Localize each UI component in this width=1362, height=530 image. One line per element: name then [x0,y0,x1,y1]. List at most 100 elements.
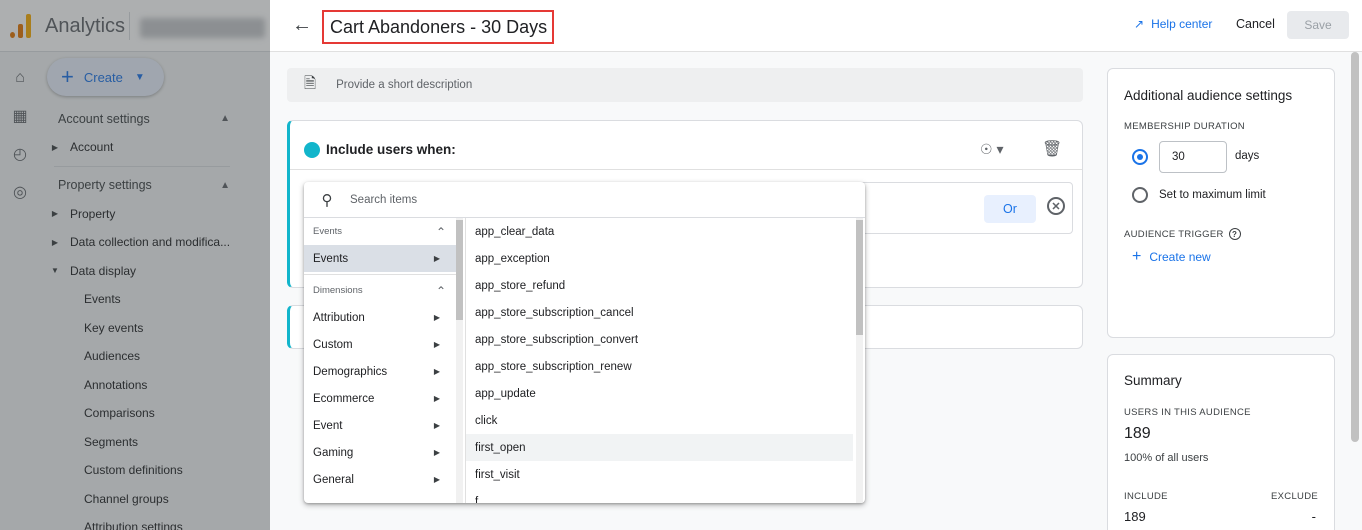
home-icon[interactable]: ⌂ [10,68,30,88]
category-option-label: Demographics [313,365,388,378]
nav-subitem-channel-groups[interactable]: Channel groups [40,485,270,514]
nav-section-property-settings[interactable]: Property settings ▲ [40,171,270,200]
event-item[interactable]: app_update [466,380,853,407]
items-scrollbar[interactable] [856,218,863,503]
app-topbar: Analytics [0,0,270,52]
editor-header: ← Cart Abandoners - 30 Days ↗ Help cente… [270,0,1362,52]
help-center-link[interactable]: ↗ Help center [1134,17,1212,31]
help-question-icon[interactable]: ? [1228,228,1241,240]
nav-section-account-settings[interactable]: Account settings ▲ [40,104,270,133]
include-label: INCLUDE [1124,491,1168,502]
nav-subitem-custom-definitions[interactable]: Custom definitions [40,456,270,485]
create-button[interactable]: + Create ▼ [47,58,164,96]
analytics-logo-icon [10,14,32,38]
analytics-app-background: Analytics ⌂ ▦ ◴ ◎ + Create ▼ Account set… [0,0,270,530]
users-in-audience-label: USERS IN THIS AUDIENCE [1124,407,1251,418]
trash-icon[interactable]: 🗑 [1042,139,1062,159]
category-list: Events ⌃ Events ▶ Dimensions ⌃ Attributi… [304,218,456,503]
nav-item-label: Data display [70,263,137,278]
collapse-arrow-icon: ▼ [51,266,59,276]
nav-subitem-annotations[interactable]: Annotations [40,371,270,400]
category-option-attribution[interactable]: Attribution ▶ [304,304,456,331]
search-input[interactable] [350,193,750,206]
nav-item-label: Property [70,206,116,221]
audience-trigger-text: AUDIENCE TRIGGER [1124,228,1224,240]
create-trigger-link[interactable]: + Create new [1132,249,1211,265]
category-divider [304,274,456,275]
person-scope-icon[interactable]: ☉ ▾ [980,141,1003,158]
include-indicator-icon [304,142,320,158]
audience-title[interactable]: Cart Abandoners - 30 Days [322,10,554,44]
summary-title: Summary [1124,373,1182,388]
nav-item-label: Data collection and modifica... [70,235,231,250]
caret-down-icon: ▼ [134,71,145,83]
nav-item-property[interactable]: ▶ Property [40,200,270,229]
panel-title: Additional audience settings [1124,88,1293,103]
save-button[interactable]: Save [1287,11,1349,39]
description-placeholder: Provide a short description [336,79,473,91]
explore-icon[interactable]: ◴ [10,144,30,164]
category-scrollbar[interactable] [456,218,463,503]
category-option-events[interactable]: Events ▶ [304,245,456,272]
nav-subitem-key-events[interactable]: Key events [40,314,270,343]
scrollbar-thumb[interactable] [856,220,863,335]
event-item[interactable]: app_store_subscription_cancel [466,299,853,326]
category-option-custom[interactable]: Custom ▶ [304,331,456,358]
event-item[interactable]: app_store_subscription_renew [466,353,853,380]
membership-duration-label: MEMBERSHIP DURATION [1124,121,1245,132]
card-divider [290,169,1082,170]
max-limit-label: Set to maximum limit [1159,189,1266,201]
event-item[interactable]: app_store_refund [466,272,853,299]
nav-subitem-audiences[interactable]: Audiences [40,342,270,371]
topbar-divider [129,12,130,40]
event-items-list: app_clear_data app_exception app_store_r… [465,218,853,503]
chevron-right-icon: ▶ [433,367,440,376]
category-header-label: Dimensions [313,285,363,296]
advertising-icon[interactable]: ◎ [10,182,30,202]
event-item[interactable]: app_store_subscription_convert [466,326,853,353]
scrollbar-thumb[interactable] [456,220,463,320]
duration-radio-days[interactable] [1132,149,1148,165]
nav-item-data-collection[interactable]: ▶ Data collection and modifica... [40,228,270,257]
category-option-event[interactable]: Event ▶ [304,412,456,439]
category-header-events[interactable]: Events ⌃ [304,218,456,245]
help-center-label: Help center [1151,17,1213,31]
create-new-label: Create new [1149,250,1211,264]
nav-item-account[interactable]: ▶ Account [40,133,270,162]
event-item[interactable]: app_clear_data [466,218,853,245]
description-field[interactable]: 🗎 Provide a short description [287,68,1083,102]
create-label: Create [83,69,123,85]
audience-trigger-label: AUDIENCE TRIGGER ? [1124,228,1241,240]
duration-radio-max[interactable] [1132,187,1148,203]
nav-item-data-display[interactable]: ▼ Data display [40,257,270,286]
category-option-demographics[interactable]: Demographics ▶ [304,358,456,385]
remove-condition-icon[interactable]: ✕ [1047,197,1065,215]
or-button[interactable]: Or [984,195,1036,223]
account-selector-blurred[interactable] [140,18,265,38]
chevron-right-icon: ▶ [433,475,440,484]
dimension-picker-dropdown: ⚲ Events ⌃ Events ▶ Dimensions ⌃ Attribu… [304,182,865,503]
editor-scrollbar[interactable] [1351,52,1359,442]
plus-icon: + [1132,248,1142,265]
nav-subitem-segments[interactable]: Segments [40,428,270,457]
category-header-dimensions[interactable]: Dimensions ⌃ [304,277,456,304]
duration-days-input[interactable] [1159,141,1227,173]
nav-section-label: Property settings [58,178,152,192]
nav-subitem-events[interactable]: Events [40,285,270,314]
event-item[interactable]: f [466,488,853,504]
event-item-hovered[interactable]: first_open [466,434,853,461]
category-option-general[interactable]: General ▶ [304,466,456,493]
app-name: Analytics [45,15,126,37]
chevron-right-icon: ▶ [433,313,440,322]
cancel-button[interactable]: Cancel [1236,17,1275,31]
event-item[interactable]: app_exception [466,245,853,272]
event-item[interactable]: click [466,407,853,434]
category-option-gaming[interactable]: Gaming ▶ [304,439,456,466]
reports-icon[interactable]: ▦ [10,106,30,126]
chevron-right-icon: ▶ [433,448,440,457]
back-arrow-icon[interactable]: ← [292,14,312,37]
nav-subitem-comparisons[interactable]: Comparisons [40,399,270,428]
category-option-ecommerce[interactable]: Ecommerce ▶ [304,385,456,412]
nav-subitem-attribution-settings[interactable]: Attribution settings [40,513,270,530]
event-item[interactable]: first_visit [466,461,853,488]
